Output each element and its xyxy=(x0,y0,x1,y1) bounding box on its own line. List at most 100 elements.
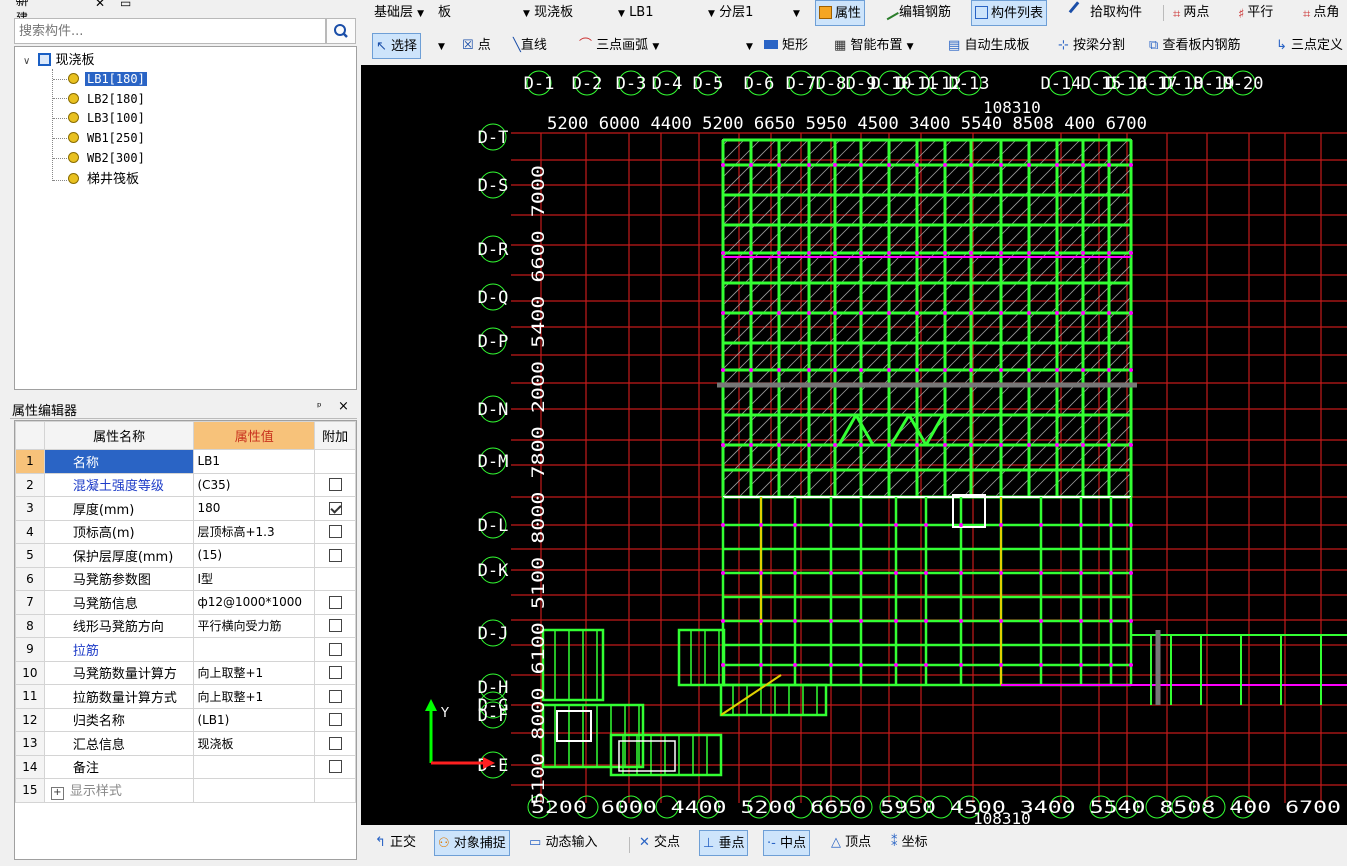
perpendicular-snap[interactable]: ⊥ 垂点 xyxy=(699,830,749,856)
property-row[interactable]: 5 保护层厚度(mm) (15) xyxy=(15,543,356,568)
extra-checkbox[interactable] xyxy=(328,760,342,774)
tree-item-lb3[interactable]: LB3[100] xyxy=(68,109,147,128)
extra-checkbox[interactable] xyxy=(328,501,342,515)
property-value[interactable] xyxy=(193,637,316,662)
chevron-down-icon[interactable]: ▼ xyxy=(746,33,753,59)
extra-checkbox[interactable] xyxy=(328,736,342,750)
svg-text:D-13: D-13 xyxy=(949,74,990,94)
midpoint-snap[interactable]: ·- 中点 xyxy=(763,830,810,856)
property-value[interactable] xyxy=(193,754,316,779)
svg-text:D-5: D-5 xyxy=(693,74,724,94)
svg-text:D-14: D-14 xyxy=(1041,74,1082,94)
extra-checkbox[interactable] xyxy=(328,642,342,656)
property-row[interactable]: 14 备注 xyxy=(15,754,356,779)
property-value[interactable]: 层顶标高+1.3 xyxy=(193,519,316,544)
property-value[interactable]: (15) xyxy=(193,543,316,568)
property-row[interactable]: 4 顶标高(m) 层顶标高+1.3 xyxy=(15,519,356,544)
edit-rebar-button[interactable]: 编辑钢筋 xyxy=(880,0,951,26)
expand-icon[interactable]: + xyxy=(50,787,64,801)
property-value[interactable]: (C35) xyxy=(193,472,316,497)
tree-item-stair-raft[interactable]: 梯井筏板 xyxy=(68,170,141,189)
tree-root[interactable]: ∨ 现浇板 xyxy=(23,51,94,70)
property-row[interactable]: 3 厚度(mm) 180 xyxy=(15,496,356,521)
property-row[interactable]: 12 归类名称 (LB1) xyxy=(15,707,356,732)
ortho-toggle[interactable]: ↰ 正交 xyxy=(375,830,416,856)
layer-select[interactable]: ▼ 分层1 xyxy=(708,0,753,26)
property-row[interactable]: 11 拉筋数量计算方式 向上取整+1 xyxy=(15,684,356,709)
three-point-axis-button[interactable]: ↳ 三点定义 xyxy=(1276,33,1343,59)
drawing-canvas[interactable]: D-1 D-2 D-3 D-4 D-5 D-6 D-7 D-8 D-9 D-10 D-11 D-12 D… xyxy=(361,65,1347,825)
close-icon[interactable]: × xyxy=(338,399,349,414)
property-row[interactable]: 1 名称 LB1 xyxy=(15,449,356,474)
tree-item-lb2[interactable]: LB2[180] xyxy=(68,90,147,109)
chevron-down-icon: ▼ xyxy=(523,9,530,19)
extra-checkbox[interactable] xyxy=(328,619,342,633)
property-value[interactable]: 向上取整+1 xyxy=(193,684,316,709)
extra-checkbox[interactable] xyxy=(328,666,342,680)
search-button[interactable] xyxy=(326,18,356,44)
axis-bubble-top: D-1 xyxy=(524,70,554,96)
property-value[interactable]: 现浇板 xyxy=(193,731,316,756)
property-value[interactable]: ф12@1000*1000 xyxy=(193,590,316,615)
auto-generate-button[interactable]: ▤ 自动生成板 xyxy=(948,33,1029,59)
axis-bubble-left: D-M xyxy=(478,447,508,475)
tree-item-wb2[interactable]: WB2[300] xyxy=(68,149,147,168)
property-row[interactable]: 10 马凳筋数量计算方 向上取整+1 xyxy=(15,660,356,685)
select-button[interactable]: ↖ 选择 xyxy=(372,33,422,59)
tree-item-wb1[interactable]: WB1[250] xyxy=(68,129,147,148)
copy-icon[interactable]: ▭ xyxy=(120,0,131,10)
property-row[interactable]: 7 马凳筋信息 ф12@1000*1000 xyxy=(15,590,356,615)
collapse-icon[interactable]: ∨ xyxy=(23,56,30,67)
svg-text:D-N: D-N xyxy=(478,400,509,420)
property-row[interactable]: 15 + 显示样式 xyxy=(15,778,356,803)
extra-checkbox[interactable] xyxy=(328,689,342,703)
dynamic-input-toggle[interactable]: ▭ 动态输入 xyxy=(529,830,597,856)
parallel-button[interactable]: ♯ 平行 xyxy=(1238,0,1273,26)
property-value[interactable]: I型 xyxy=(193,566,316,591)
property-row[interactable]: 8 线形马凳筋方向 平行横向受力筋 xyxy=(15,613,356,638)
floor-select[interactable]: 基础层 ▼ xyxy=(374,0,424,26)
point-button[interactable]: ☒ 点 xyxy=(462,33,491,59)
extra-checkbox[interactable] xyxy=(328,525,342,539)
search-input[interactable] xyxy=(15,19,333,43)
intersection-snap[interactable]: ✕ 交点 xyxy=(639,830,680,856)
arc-button[interactable]: ⌒ 三点画弧 ▼ xyxy=(579,33,659,59)
pin-icon[interactable]: ᵖ xyxy=(317,400,322,413)
chevron-down-icon[interactable]: ▼ xyxy=(438,33,445,59)
rectangle-button[interactable]: 矩形 xyxy=(764,33,808,59)
split-by-beam-button[interactable]: ⊹ 按梁分割 xyxy=(1058,33,1125,59)
point-angle-button[interactable]: ⌗ 点角 xyxy=(1303,0,1339,26)
property-value[interactable]: 180 xyxy=(193,496,316,521)
extra-checkbox[interactable] xyxy=(328,595,342,609)
property-editor-title: 属性编辑器 xyxy=(12,404,78,419)
extra-checkbox[interactable] xyxy=(328,713,342,727)
pick-component-button[interactable]: 拾取构件 xyxy=(1068,0,1142,26)
property-value[interactable]: 向上取整+1 xyxy=(193,660,316,685)
property-value[interactable]: 平行横向受力筋 xyxy=(193,613,316,638)
smart-layout-button[interactable]: ▦ 智能布置 ▼ xyxy=(834,33,914,59)
line-button[interactable]: ╲直线 xyxy=(513,33,547,59)
property-row[interactable]: 13 汇总信息 现浇板 xyxy=(15,731,356,756)
property-row[interactable]: 6 马凳筋参数图 I型 xyxy=(15,566,356,591)
property-row[interactable]: 2 混凝土强度等级 (C35) xyxy=(15,472,356,497)
coordinate-snap[interactable]: ⁑ 坐标 xyxy=(891,830,928,856)
axis-icon: ↳ xyxy=(1276,38,1287,53)
vertex-snap[interactable]: △ 顶点 xyxy=(831,830,871,856)
view-rebar-button[interactable]: ⧉ 查看板内钢筋 xyxy=(1149,33,1240,59)
chevron-down-icon[interactable]: ▼ xyxy=(793,0,800,26)
component-list-button[interactable]: 构件列表 xyxy=(971,0,1048,26)
property-row[interactable]: 9 拉筋 xyxy=(15,637,356,662)
properties-button[interactable]: 属性 xyxy=(815,0,866,26)
tree-item-lb1[interactable]: LB1[180] xyxy=(68,70,147,89)
delete-icon[interactable]: ✕ xyxy=(95,0,105,10)
two-points-button[interactable]: ⌗ 两点 xyxy=(1173,0,1209,26)
property-value[interactable]: LB1 xyxy=(193,449,316,474)
type-select[interactable]: ▼ 现浇板 xyxy=(523,0,573,26)
component-select[interactable]: ▼ LB1 xyxy=(618,0,654,26)
snap-toggle[interactable]: ⚇ 对象捕捉 xyxy=(434,830,510,856)
extra-checkbox[interactable] xyxy=(328,478,342,492)
chevron-down-icon: ▼ xyxy=(652,42,660,52)
category-select[interactable]: 板 xyxy=(438,0,451,26)
property-value[interactable]: (LB1) xyxy=(193,707,316,732)
extra-checkbox[interactable] xyxy=(328,548,342,562)
